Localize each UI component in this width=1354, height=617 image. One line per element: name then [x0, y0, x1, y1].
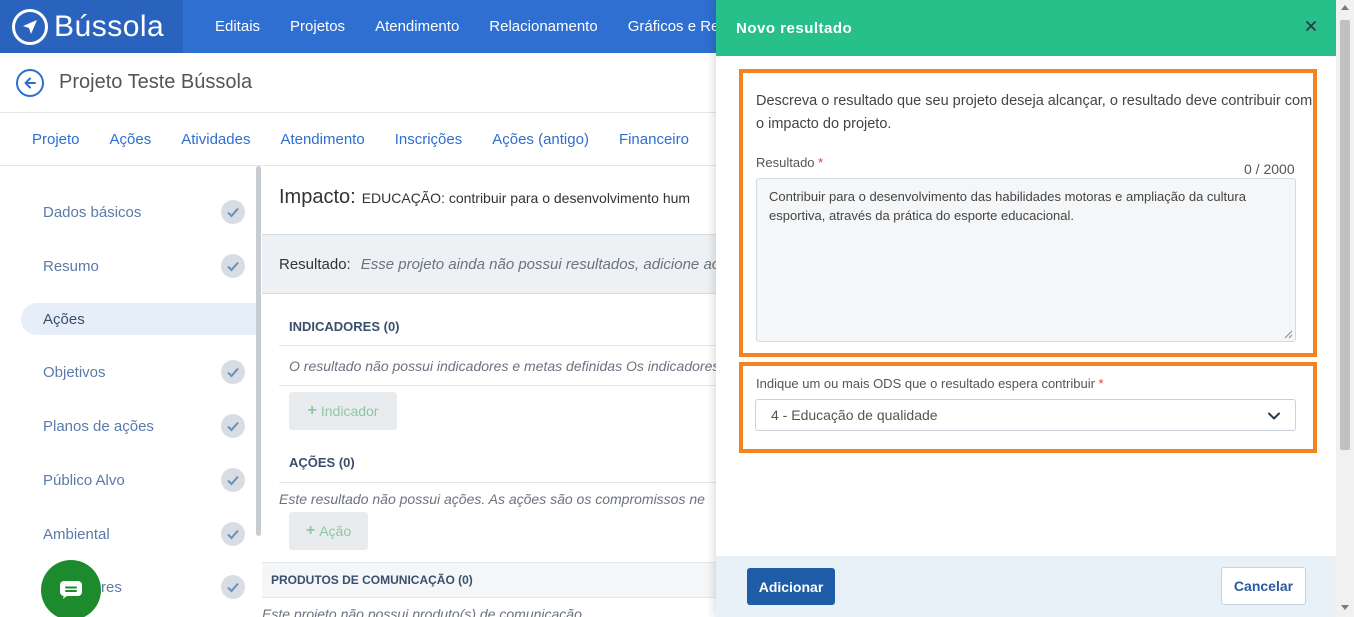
add-acao-label: Ação [319, 523, 352, 539]
project-header: Projeto Teste Bússola [0, 53, 716, 113]
tab-acoes-antigo[interactable]: Ações (antigo) [477, 131, 604, 148]
check-icon [221, 414, 245, 438]
produtos-bar: PRODUTOS DE COMUNICAÇÃO (0) [262, 562, 716, 598]
sidebar-item-ambiental[interactable]: Ambiental [21, 518, 257, 550]
sidebar-item-acoes[interactable]: Ações [21, 303, 257, 335]
chevron-down-icon [1268, 412, 1280, 420]
divider [279, 345, 716, 346]
divider [279, 385, 716, 386]
sidebar-item-label: Resumo [43, 257, 99, 275]
cancelar-button[interactable]: Cancelar [1221, 567, 1306, 605]
add-indicador-button[interactable]: + Indicador [289, 392, 397, 430]
produtos-title: PRODUTOS DE COMUNICAÇÃO (0) [271, 573, 473, 587]
tab-projeto[interactable]: Projeto [17, 131, 95, 148]
resultado-field-label: Resultado * [756, 155, 823, 170]
indicadores-note: O resultado não possui indicadores e met… [289, 358, 716, 374]
chat-button[interactable] [41, 560, 101, 617]
resultado-empty-text: Esse projeto ainda não possui resultados… [360, 255, 716, 273]
resultado-bar: Resultado: Esse projeto ainda não possui… [262, 234, 716, 294]
required-mark: * [1098, 376, 1104, 391]
resultado-textarea[interactable]: Contribuir para o desenvolvimento das ha… [756, 178, 1296, 342]
check-icon [221, 522, 245, 546]
ods-select[interactable]: 4 - Educação de qualidade [755, 399, 1296, 431]
drawer-title: Novo resultado [736, 19, 853, 37]
char-counter: 0 / 2000 [1244, 161, 1295, 177]
check-icon [221, 468, 245, 492]
resultado-label: Resultado: [279, 255, 351, 273]
tab-financeiro[interactable]: Financeiro [604, 131, 704, 148]
sidebar-item-label: res [101, 578, 122, 596]
tab-truncated[interactable]: Pr [704, 131, 716, 148]
main-content: Impacto: EDUCAÇÃO: contribuir para o dese… [262, 166, 716, 617]
acoes-title: AÇÕES (0) [289, 455, 355, 470]
sidebar-item-resumo[interactable]: Resumo [21, 250, 257, 282]
impact-label: Impacto: [279, 186, 356, 208]
sidebar-item-label: Ambiental [43, 525, 110, 543]
ods-field-label-text: Indique um ou mais ODS que o resultado e… [756, 376, 1095, 391]
sidebar: Dados básicos Resumo Ações Objetivos Pla… [0, 166, 262, 617]
add-indicador-label: Indicador [320, 403, 379, 419]
check-icon [221, 575, 245, 599]
plus-icon: + [307, 402, 317, 419]
indicadores-title: INDICADORES (0) [289, 319, 400, 334]
impact-heading: Impacto: EDUCAÇÃO: contribuir para o dese… [279, 186, 690, 209]
sidebar-item-label: Planos de ações [43, 417, 154, 435]
add-acao-button[interactable]: + Ação [289, 512, 368, 550]
drawer-description: Descreva o resultado que seu projeto des… [756, 93, 1313, 132]
tab-atendimento[interactable]: Atendimento [265, 131, 379, 148]
plus-icon: + [305, 522, 316, 539]
nav-item-editais[interactable]: Editais [200, 18, 275, 35]
drawer-header: Novo resultado [716, 0, 1336, 56]
resultado-textarea-value: Contribuir para o desenvolvimento das ha… [769, 189, 1246, 223]
scroll-up-icon[interactable] [1341, 5, 1349, 10]
page-title: Projeto Teste Bússola [59, 71, 253, 93]
adicionar-button[interactable]: Adicionar [747, 568, 835, 605]
resultado-field-label-text: Resultado [756, 155, 815, 170]
drawer-scrollbar[interactable] [1336, 0, 1354, 617]
sidebar-item-label: Objetivos [43, 363, 106, 381]
sidebar-item-label: Público Alvo [43, 471, 125, 489]
tab-atividades[interactable]: Atividades [166, 131, 265, 148]
impact-text: EDUCAÇÃO: contribuir para o desenvolvime… [361, 190, 691, 206]
chat-icon [60, 581, 82, 599]
sidebar-item-planos-de-acoes[interactable]: Planos de ações [21, 410, 257, 442]
sidebar-item-objetivos[interactable]: Objetivos [21, 356, 257, 388]
sidebar-item-publico-alvo[interactable]: Público Alvo [21, 464, 257, 496]
scroll-down-icon[interactable] [1341, 605, 1349, 610]
drawer-footer: Adicionar Cancelar [716, 556, 1336, 617]
compass-icon [12, 8, 48, 45]
check-icon [221, 254, 245, 278]
arrow-left-icon [24, 77, 36, 88]
required-mark: * [818, 155, 824, 170]
nav-item-atendimento[interactable]: Atendimento [360, 18, 474, 35]
resize-handle-icon[interactable] [1284, 330, 1293, 339]
divider [279, 482, 716, 483]
nav-item-relacionamento[interactable]: Relacionamento [474, 18, 612, 35]
logo-text: Bússola [54, 9, 165, 43]
ods-field-label: Indique um ou mais ODS que o resultado e… [756, 376, 1104, 391]
sidebar-item-label: Dados básicos [43, 203, 142, 221]
project-tabs: Projeto Ações Atividades Atendimento Ins… [0, 113, 716, 166]
main-nav: Editais Projetos Atendimento Relacioname… [200, 0, 746, 53]
tab-acoes[interactable]: Ações [95, 131, 167, 148]
scrollbar-thumb[interactable] [1340, 20, 1350, 450]
ods-selected-value: 4 - Educação de qualidade [771, 407, 938, 423]
check-icon [221, 360, 245, 384]
tab-inscricoes[interactable]: Inscrições [380, 131, 478, 148]
nav-item-projetos[interactable]: Projetos [275, 18, 360, 35]
produtos-note: Este projeto não possui produto(s) de co… [262, 606, 582, 617]
sidebar-scrollbar[interactable] [256, 166, 261, 536]
sidebar-item-label: Ações [43, 310, 85, 328]
logo[interactable]: Bússola [0, 0, 183, 53]
acoes-note: Este resultado não possui ações. As açõe… [279, 491, 705, 507]
sidebar-item-dados-basicos[interactable]: Dados básicos [21, 196, 257, 228]
check-icon [221, 200, 245, 224]
new-result-drawer: Novo resultado Descreva o resultado que … [716, 0, 1354, 617]
back-button[interactable] [16, 68, 44, 97]
close-icon[interactable] [1304, 19, 1318, 33]
